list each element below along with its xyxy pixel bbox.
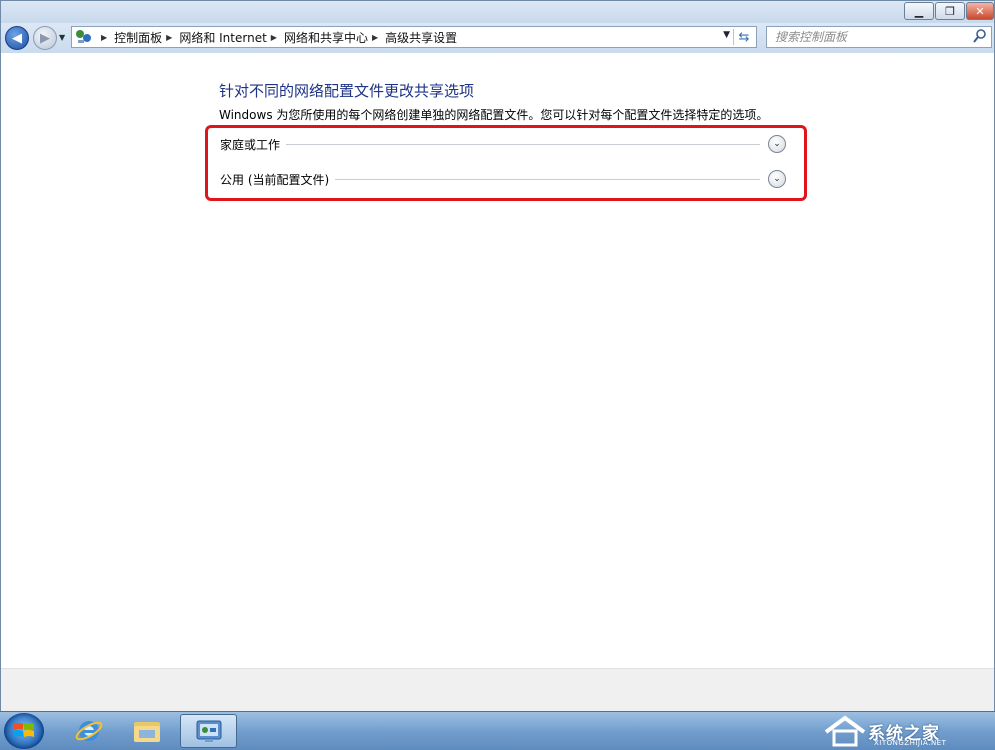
close-button[interactable]: ✕: [966, 2, 994, 20]
page-description: Windows 为您所使用的每个网络创建单独的网络配置文件。您可以针对每个配置文…: [219, 108, 769, 122]
minimize-button[interactable]: ▁: [904, 2, 934, 20]
recent-pages-dropdown[interactable]: ▼: [59, 33, 65, 42]
forward-button[interactable]: ▶: [33, 26, 57, 50]
breadcrumb-separator[interactable]: ▶: [372, 33, 378, 42]
expand-chevron-down-icon[interactable]: ⌄: [768, 135, 786, 153]
search-box[interactable]: [766, 26, 992, 48]
back-arrow-icon: ◀: [12, 30, 22, 46]
navigation-bar: ◀ ▶ ▼ ▶ 控制面板 ▶ 网络和 Internet ▶ 网络和共享中心 ▶ …: [1, 23, 994, 53]
profile-label: 公用 (当前配置文件): [220, 172, 330, 187]
breadcrumb-separator[interactable]: ▶: [271, 33, 277, 42]
control-panel-window: ▁ ❐ ✕ ◀ ▶ ▼ ▶ 控制面板 ▶ 网络和 Internet ▶ 网络和共…: [0, 0, 995, 712]
breadcrumb-control-panel[interactable]: 控制面板: [114, 29, 162, 46]
refresh-icon[interactable]: ⇆: [734, 28, 754, 46]
maximize-button[interactable]: ❐: [935, 2, 965, 20]
profile-public[interactable]: 公用 (当前配置文件) ⌄: [220, 168, 786, 190]
internet-explorer-button[interactable]: [62, 714, 116, 748]
title-bar: ▁ ❐ ✕: [1, 1, 994, 23]
house-logo-icon: [824, 715, 866, 747]
taskbar: 系统之家 XITONGZHIJIA.NET: [0, 711, 995, 750]
control-panel-icon: [76, 30, 91, 43]
divider-line: [335, 178, 760, 180]
breadcrumb-network-sharing-center[interactable]: 网络和共享中心: [284, 29, 368, 46]
breadcrumb-separator: ▶: [101, 32, 108, 42]
back-button[interactable]: ◀: [5, 26, 29, 50]
forward-arrow-icon: ▶: [40, 30, 50, 46]
start-button[interactable]: [4, 713, 44, 749]
address-history-dropdown[interactable]: ▼: [723, 30, 730, 40]
search-input[interactable]: [773, 29, 967, 45]
divider-line: [286, 143, 760, 145]
profile-home-work[interactable]: 家庭或工作 ⌄: [220, 133, 786, 155]
expand-chevron-down-icon[interactable]: ⌄: [768, 170, 786, 188]
breadcrumb-separator[interactable]: ▶: [166, 33, 172, 42]
watermark-subtitle: XITONGZHIJIA.NET: [874, 739, 947, 747]
control-panel-taskbar-button[interactable]: [180, 714, 237, 748]
folder-icon: [134, 722, 160, 742]
breadcrumb-advanced-sharing[interactable]: 高级共享设置: [385, 29, 457, 46]
internet-explorer-icon: [75, 721, 103, 741]
site-watermark: 系统之家 XITONGZHIJIA.NET: [822, 712, 992, 750]
page-title: 针对不同的网络配置文件更改共享选项: [219, 82, 475, 100]
control-panel-icon: [196, 720, 221, 742]
main-content: 针对不同的网络配置文件更改共享选项 Windows 为您所使用的每个网络创建单独…: [1, 53, 994, 668]
address-bar[interactable]: ▶ 控制面板 ▶ 网络和 Internet ▶ 网络和共享中心 ▶ 高级共享设置…: [71, 26, 757, 48]
windows-logo-icon: [14, 723, 34, 737]
breadcrumb-network-internet[interactable]: 网络和 Internet: [179, 29, 266, 46]
search-icon[interactable]: [972, 28, 988, 44]
window-footer: [1, 668, 994, 712]
profile-label: 家庭或工作: [220, 137, 281, 152]
windows-explorer-button[interactable]: [120, 714, 174, 748]
